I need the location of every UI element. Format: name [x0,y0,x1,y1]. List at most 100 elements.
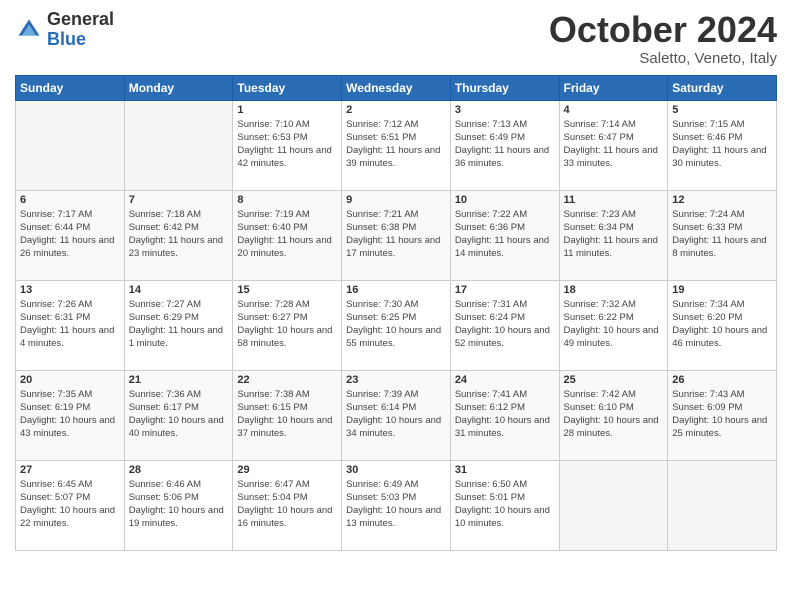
calendar-cell: 25 Sunrise: 7:42 AMSunset: 6:10 PMDayligh… [559,370,668,460]
calendar-cell: 11Sunrise: 7:23 AMSunset: 6:34 PMDayligh… [559,190,668,280]
cell-day-number: 23 [346,374,446,386]
calendar-cell: 17 Sunrise: 7:31 AMSunset: 6:24 PMDayligh… [450,280,559,370]
cell-day-number: 20 [20,374,120,386]
calendar-week-row: 27 Sunrise: 6:45 AMSunset: 5:07 PMDayligh… [16,460,777,550]
cell-info: Sunrise: 7:21 AMSunset: 6:38 PMDaylight:… [346,208,446,261]
cell-info: Sunrise: 6:45 AMSunset: 5:07 PMDaylight:… [20,478,120,531]
cell-info: Sunrise: 7:31 AMSunset: 6:24 PMDaylight:… [455,298,555,351]
cell-day-number: 26 [672,374,772,386]
calendar-week-row: 13 Sunrise: 7:26 AMSunset: 6:31 PMDayligh… [16,280,777,370]
cell-info: Sunrise: 7:30 AMSunset: 6:25 PMDaylight:… [346,298,446,351]
cell-day-number: 14 [129,284,229,296]
logo-text: General Blue [47,10,114,50]
cell-info: Sunrise: 7:39 AMSunset: 6:14 PMDaylight:… [346,388,446,441]
logo-general-text: General [47,10,114,30]
calendar-cell: 26Sunrise: 7:43 AMSunset: 6:09 PMDayligh… [668,370,777,460]
cell-day-number: 31 [455,464,555,476]
cell-info: Sunrise: 7:26 AMSunset: 6:31 PMDaylight:… [20,298,120,351]
day-header-sunday: Sunday [16,75,125,100]
cell-info: Sunrise: 7:18 AMSunset: 6:42 PMDaylight:… [129,208,229,261]
cell-day-number: 18 [564,284,664,296]
calendar-cell: 27 Sunrise: 6:45 AMSunset: 5:07 PMDayligh… [16,460,125,550]
header: General Blue October 2024 Saletto, Venet… [15,10,777,67]
cell-info: Sunrise: 7:19 AMSunset: 6:40 PMDaylight:… [237,208,337,261]
cell-info: Sunrise: 7:15 AMSunset: 6:46 PMDaylight:… [672,118,772,171]
calendar-cell: 19 Sunrise: 7:34 AMSunset: 6:20 PMDayligh… [668,280,777,370]
calendar-week-row: 6 Sunrise: 7:17 AMSunset: 6:44 PMDaylight… [16,190,777,280]
cell-info: Sunrise: 7:42 AMSunset: 6:10 PMDaylight:… [564,388,664,441]
day-header-monday: Monday [124,75,233,100]
cell-info: Sunrise: 7:41 AMSunset: 6:12 PMDaylight:… [455,388,555,441]
cell-info: Sunrise: 6:47 AMSunset: 5:04 PMDaylight:… [237,478,337,531]
cell-info: Sunrise: 7:35 AMSunset: 6:19 PMDaylight:… [20,388,120,441]
title-location: Saletto, Veneto, Italy [549,50,777,67]
day-header-friday: Friday [559,75,668,100]
calendar-cell [16,100,125,190]
cell-day-number: 10 [455,194,555,206]
cell-day-number: 9 [346,194,446,206]
calendar-table: SundayMondayTuesdayWednesdayThursdayFrid… [15,75,777,551]
calendar-cell: 6 Sunrise: 7:17 AMSunset: 6:44 PMDaylight… [16,190,125,280]
cell-day-number: 24 [455,374,555,386]
cell-day-number: 19 [672,284,772,296]
calendar-cell: 31 Sunrise: 6:50 AMSunset: 5:01 PMDayligh… [450,460,559,550]
calendar-cell: 5 Sunrise: 7:15 AMSunset: 6:46 PMDaylight… [668,100,777,190]
cell-day-number: 28 [129,464,229,476]
cell-day-number: 7 [129,194,229,206]
calendar-week-row: 20 Sunrise: 7:35 AMSunset: 6:19 PMDayligh… [16,370,777,460]
cell-day-number: 2 [346,104,446,116]
calendar-cell: 7 Sunrise: 7:18 AMSunset: 6:42 PMDaylight… [124,190,233,280]
calendar-cell: 4Sunrise: 7:14 AMSunset: 6:47 PMDaylight… [559,100,668,190]
cell-info: Sunrise: 7:12 AMSunset: 6:51 PMDaylight:… [346,118,446,171]
cell-day-number: 12 [672,194,772,206]
cell-info: Sunrise: 6:50 AMSunset: 5:01 PMDaylight:… [455,478,555,531]
cell-day-number: 8 [237,194,337,206]
cell-day-number: 30 [346,464,446,476]
cell-info: Sunrise: 7:17 AMSunset: 6:44 PMDaylight:… [20,208,120,261]
cell-day-number: 29 [237,464,337,476]
cell-day-number: 15 [237,284,337,296]
calendar-cell: 24 Sunrise: 7:41 AMSunset: 6:12 PMDayligh… [450,370,559,460]
calendar-cell: 8 Sunrise: 7:19 AMSunset: 6:40 PMDaylight… [233,190,342,280]
cell-info: Sunrise: 7:10 AMSunset: 6:53 PMDaylight:… [237,118,337,171]
cell-info: Sunrise: 7:38 AMSunset: 6:15 PMDaylight:… [237,388,337,441]
cell-info: Sunrise: 7:14 AMSunset: 6:47 PMDaylight:… [564,118,664,171]
calendar-cell [124,100,233,190]
logo-blue-text: Blue [47,30,114,50]
cell-day-number: 3 [455,104,555,116]
calendar-cell: 20 Sunrise: 7:35 AMSunset: 6:19 PMDayligh… [16,370,125,460]
cell-day-number: 11 [564,194,664,206]
cell-day-number: 17 [455,284,555,296]
calendar-cell: 18 Sunrise: 7:32 AMSunset: 6:22 PMDayligh… [559,280,668,370]
calendar-week-row: 1Sunrise: 7:10 AMSunset: 6:53 PMDaylight… [16,100,777,190]
cell-info: Sunrise: 7:27 AMSunset: 6:29 PMDaylight:… [129,298,229,351]
calendar-cell: 2 Sunrise: 7:12 AMSunset: 6:51 PMDaylight… [342,100,451,190]
cell-info: Sunrise: 7:28 AMSunset: 6:27 PMDaylight:… [237,298,337,351]
cell-day-number: 25 [564,374,664,386]
calendar-cell: 22 Sunrise: 7:38 AMSunset: 6:15 PMDayligh… [233,370,342,460]
logo: General Blue [15,10,114,50]
cell-day-number: 16 [346,284,446,296]
page: General Blue October 2024 Saletto, Venet… [0,0,792,561]
calendar-cell [559,460,668,550]
cell-day-number: 6 [20,194,120,206]
cell-info: Sunrise: 7:36 AMSunset: 6:17 PMDaylight:… [129,388,229,441]
calendar-cell: 21Sunrise: 7:36 AMSunset: 6:17 PMDayligh… [124,370,233,460]
cell-info: Sunrise: 7:22 AMSunset: 6:36 PMDaylight:… [455,208,555,261]
calendar-cell: 3 Sunrise: 7:13 AMSunset: 6:49 PMDaylight… [450,100,559,190]
title-block: October 2024 Saletto, Veneto, Italy [549,10,777,67]
cell-day-number: 22 [237,374,337,386]
cell-info: Sunrise: 7:34 AMSunset: 6:20 PMDaylight:… [672,298,772,351]
calendar-cell: 1Sunrise: 7:10 AMSunset: 6:53 PMDaylight… [233,100,342,190]
cell-info: Sunrise: 7:32 AMSunset: 6:22 PMDaylight:… [564,298,664,351]
calendar-cell: 29 Sunrise: 6:47 AMSunset: 5:04 PMDayligh… [233,460,342,550]
calendar-cell [668,460,777,550]
calendar-cell: 30Sunrise: 6:49 AMSunset: 5:03 PMDayligh… [342,460,451,550]
calendar-cell: 12Sunrise: 7:24 AMSunset: 6:33 PMDayligh… [668,190,777,280]
cell-day-number: 5 [672,104,772,116]
cell-info: Sunrise: 7:13 AMSunset: 6:49 PMDaylight:… [455,118,555,171]
day-header-saturday: Saturday [668,75,777,100]
cell-day-number: 27 [20,464,120,476]
cell-day-number: 13 [20,284,120,296]
logo-icon [15,16,43,44]
